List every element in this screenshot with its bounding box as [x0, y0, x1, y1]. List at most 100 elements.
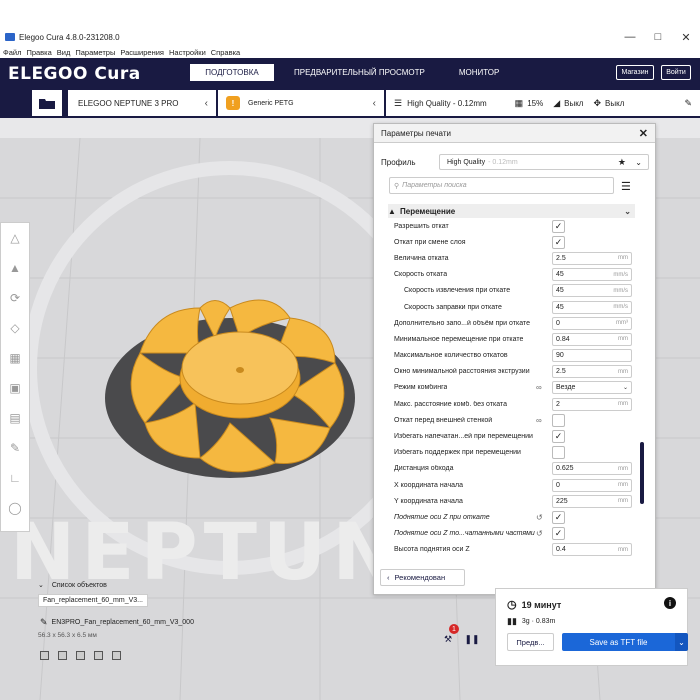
print-settings-selector[interactable]: ☰ High Quality - 0.12mm ▦ 15% ◢ Выкл ✥ В… — [386, 90, 700, 116]
chevron-down-icon[interactable]: ⌄ — [675, 633, 688, 651]
setting-input[interactable]: 2.5 mm — [552, 365, 632, 379]
menu-file[interactable]: Файл — [3, 48, 21, 57]
tree-support-icon[interactable]: ▤ — [1, 403, 29, 433]
setting-input[interactable]: 2.5 mm — [552, 251, 632, 265]
tab-prepare[interactable]: ПОДГОТОВКА — [190, 64, 274, 81]
preview-button[interactable]: Предв... — [507, 633, 554, 651]
adhesion-value: Выкл — [605, 98, 625, 108]
object-item[interactable]: Fan_replacement_60_mm_V3... — [38, 594, 148, 607]
profile-select[interactable]: High Quality - 0.12mm ★ ⌄ — [439, 154, 649, 170]
support-blocker-icon[interactable]: ▣ — [1, 373, 29, 403]
menu-edit[interactable]: Правка — [26, 48, 51, 57]
pencil-icon[interactable]: ✎ — [40, 617, 48, 628]
category-title: Перемещение — [400, 206, 456, 216]
setting-unit: mm — [618, 336, 628, 343]
setting-input[interactable]: 45 mm/s — [552, 268, 632, 282]
settings-search-input[interactable]: ⚲ Параметры поиска — [389, 177, 614, 194]
setting-value: 0.84 — [556, 335, 570, 343]
setting-checkbox[interactable]: ✓ — [552, 219, 565, 233]
signin-button[interactable]: Войти — [661, 65, 691, 80]
setting-checkbox[interactable]: ✓ — [552, 527, 565, 541]
link-icon[interactable]: ∞ — [536, 383, 542, 392]
setting-label: Разрешить откат — [394, 222, 449, 230]
setting-value: 2.5 — [556, 368, 566, 376]
setting-input[interactable]: 45 mm/s — [552, 284, 632, 298]
window-controls: — □ ✕ — [616, 28, 700, 46]
setting-select[interactable]: Везде ⌄ — [552, 381, 632, 395]
setting-input[interactable]: 45 mm/s — [552, 300, 632, 314]
setting-input[interactable]: 0 mm — [552, 478, 632, 492]
rotate-tool-icon[interactable]: ⟳ — [1, 283, 29, 313]
material-name: Generic PETG — [248, 99, 294, 107]
object-dimensions: 56.3 x 56.3 x 6.5 мм — [38, 632, 97, 639]
setting-input[interactable]: 0 mm³ — [552, 316, 632, 330]
link-icon[interactable]: ∞ — [536, 416, 542, 425]
setting-checkbox[interactable]: ✓ — [552, 235, 565, 249]
setting-label: Поднятие оси Z то...чатанными частями — [394, 530, 535, 538]
setting-input[interactable]: 90 — [552, 349, 632, 363]
setting-checkbox[interactable] — [552, 446, 565, 460]
tools-icon[interactable]: ⚒ — [440, 632, 456, 646]
support-value: Выкл — [564, 98, 584, 108]
cylinder-tool-icon[interactable]: ◯ — [1, 493, 29, 523]
setting-value: 2.5 — [556, 254, 566, 262]
setting-input[interactable]: 0.4 mm — [552, 543, 632, 556]
setting-label: Макс. расстояние комб. без отката — [394, 400, 507, 408]
measure-tool-icon[interactable]: ∟ — [1, 463, 29, 493]
move-tool-icon[interactable]: △ — [1, 223, 29, 253]
setting-label: Избегать поддержек при перемещении — [394, 449, 521, 457]
chevron-down-icon: ⌄ — [635, 157, 642, 167]
settings-menu-icon[interactable]: ☰ — [621, 180, 631, 193]
menu-settings[interactable]: Параметры — [75, 48, 115, 57]
clock-icon: ◷ — [507, 599, 517, 611]
pause-icon[interactable]: ❚❚ — [464, 632, 480, 646]
maximize-icon[interactable]: □ — [644, 28, 672, 46]
minimize-icon[interactable]: — — [616, 28, 644, 46]
open-file-button[interactable] — [32, 90, 62, 116]
setting-checkbox[interactable]: ✓ — [552, 430, 565, 444]
setting-input[interactable]: 0.625 mm — [552, 462, 632, 476]
setting-input[interactable]: 0.84 mm — [552, 332, 632, 346]
view-3d-icon[interactable] — [40, 651, 49, 660]
menu-view[interactable]: Вид — [57, 48, 71, 57]
tab-monitor[interactable]: МОНИТОР — [445, 64, 514, 81]
per-model-settings-icon[interactable]: ▦ — [1, 343, 29, 373]
setting-input[interactable]: 2 mm — [552, 397, 632, 411]
setting-input[interactable]: 225 mm — [552, 494, 632, 508]
marketplace-button[interactable]: Магазин — [616, 65, 654, 80]
close-icon[interactable]: ✕ — [672, 28, 700, 46]
close-icon[interactable]: ✕ — [639, 127, 648, 140]
setting-row: Окно минимальной расстояния экструзии 2.5… — [388, 364, 635, 380]
object-list-toggle[interactable]: ⌄ Список объектов — [38, 581, 107, 589]
settings-scrollbar[interactable] — [640, 442, 644, 504]
save-tft-button[interactable]: Save as TFT file — [562, 633, 675, 651]
recommended-button[interactable]: ‹ Рекомендован — [380, 569, 465, 586]
view-left-icon[interactable] — [94, 651, 103, 660]
search-icon: ⚲ — [394, 182, 400, 190]
object-filename: ✎ EN3PRO_Fan_replacement_60_mm_V3_000 — [40, 617, 194, 628]
scale-tool-icon[interactable]: ▲ — [1, 253, 29, 283]
setting-label: X координата начала — [394, 481, 463, 489]
paint-tool-icon[interactable]: ✎ — [1, 433, 29, 463]
view-top-icon[interactable] — [76, 651, 85, 660]
menu-preferences[interactable]: Настройки — [169, 48, 206, 57]
app-header: ELEGOO Cura ПОДГОТОВКА ПРЕДВАРИТЕЛЬНЫЙ П… — [0, 58, 700, 88]
category-header[interactable]: ▲ Перемещение ⌄ — [388, 204, 635, 218]
star-icon[interactable]: ★ — [618, 157, 626, 168]
profile-label: Профиль — [381, 157, 416, 167]
setting-checkbox[interactable]: ✓ — [552, 510, 565, 524]
printer-selector[interactable]: ELEGOO NEPTUNE 3 PRO ‹ — [68, 90, 216, 116]
mirror-tool-icon[interactable]: ◇ — [1, 313, 29, 343]
info-icon[interactable]: i — [664, 597, 676, 609]
fan-model[interactable] — [100, 278, 360, 498]
reset-icon[interactable]: ↺ — [536, 529, 543, 538]
reset-icon[interactable]: ↺ — [536, 513, 543, 522]
material-selector[interactable]: ! Generic PETG ‹ — [218, 90, 384, 116]
menu-help[interactable]: Справка — [211, 48, 240, 57]
view-front-icon[interactable] — [58, 651, 67, 660]
menu-extensions[interactable]: Расширения — [120, 48, 164, 57]
infill-value: 15% — [527, 98, 544, 108]
setting-checkbox[interactable] — [552, 413, 565, 427]
tab-preview[interactable]: ПРЕДВАРИТЕЛЬНЫЙ ПРОСМОТР — [280, 64, 439, 81]
view-right-icon[interactable] — [112, 651, 121, 660]
